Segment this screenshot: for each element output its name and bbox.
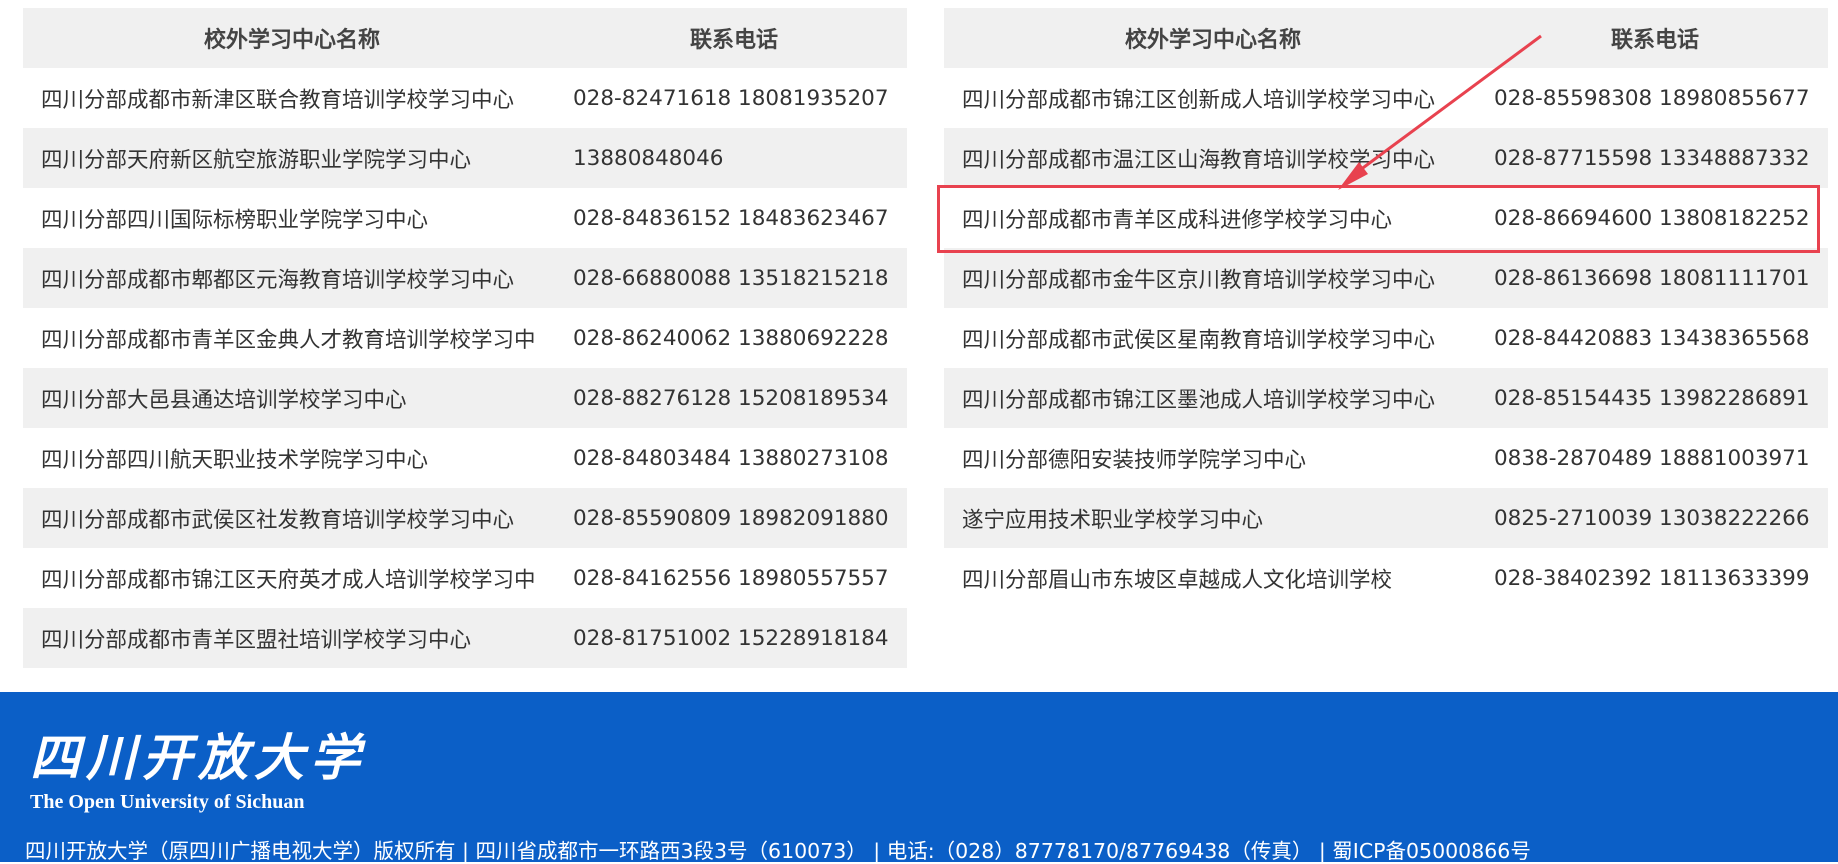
table-row: 四川分部大邑县通达培训学校学习中心 028-88276128 1520818953… <box>23 368 907 428</box>
table-row: 遂宁应用技术职业学校学习中心 0825-2710039 13038222266 <box>944 488 1828 548</box>
center-name-cell: 四川分部成都市青羊区金典人才教育培训学校学习中 <box>41 327 536 353</box>
table-row: 四川分部眉山市东坡区卓越成人文化培训学校 028-38402392 1811363… <box>944 548 1828 608</box>
center-name-cell: 四川分部成都市锦江区墨池成人培训学校学习中心 <box>944 368 1482 428</box>
center-name-cell: 四川分部四川航天职业技术学院学习中心 <box>41 447 429 473</box>
table-row: 四川分部成都市金牛区京川教育培训学校学习中心 028-86136698 18081… <box>944 248 1828 308</box>
center-phone-cell: 028-86694600 13808182252 <box>1494 205 1810 231</box>
center-name-cell: 四川分部成都市青羊区盟社培训学校学习中心 <box>23 608 561 668</box>
center-phone-cell: 028-84420883 13438365568 <box>1494 325 1810 351</box>
table-header-row: 校外学习中心名称 联系电话 <box>23 8 907 68</box>
logo-chinese-name: 四川开放大学 <box>30 728 366 787</box>
site-footer: 四川开放大学 The Open University of Sichuan 四川… <box>0 692 1838 863</box>
center-phone-cell: 028-87715598 13348887332 <box>1482 128 1828 188</box>
center-name-cell: 遂宁应用技术职业学校学习中心 <box>944 488 1482 548</box>
table-row: 四川分部四川航天职业技术学院学习中心 028-84803484 138802731… <box>23 428 907 488</box>
center-phone-cell: 028-84803484 13880273108 <box>573 445 889 471</box>
table-row: 四川分部德阳安装技师学院学习中心 0838-2870489 18881003971 <box>944 428 1828 488</box>
table-row: 四川分部成都市新津区联合教育培训学校学习中心 028-82471618 18081… <box>23 68 907 128</box>
center-phone-cell: 028-88276128 15208189534 <box>561 368 907 428</box>
center-phone-cell: 028-84162556 18980557557 <box>573 565 889 591</box>
center-name-cell: 四川分部天府新区航空旅游职业学院学习中心 <box>23 128 561 188</box>
table-row: 四川分部成都市锦江区天府英才成人培训学校学习中 028-84162556 1898… <box>23 548 907 608</box>
center-name-cell: 四川分部成都市青羊区成科进修学校学习中心 <box>962 207 1393 233</box>
center-phone-cell: 028-85590809 18982091880 <box>561 488 907 548</box>
center-name-cell: 四川分部眉山市东坡区卓越成人文化培训学校 <box>962 567 1393 593</box>
header-center-name: 校外学习中心名称 <box>23 8 561 68</box>
copyright-text: 四川开放大学（原四川广播电视大学）版权所有 | 四川省成都市一环路西3段3号（6… <box>25 839 1531 863</box>
table-row: 四川分部成都市锦江区创新成人培训学校学习中心 028-85598308 18980… <box>944 68 1828 128</box>
center-phone-cell: 028-86136698 18081111701 <box>1482 248 1828 308</box>
center-phone-cell: 028-86240062 13880692228 <box>573 325 889 351</box>
table-row: 四川分部成都市武侯区社发教育培训学校学习中心 028-85590809 18982… <box>23 488 907 548</box>
table-row: 四川分部天府新区航空旅游职业学院学习中心 13880848046 <box>23 128 907 188</box>
table-row: 四川分部成都市温江区山海教育培训学校学习中心 028-87715598 13348… <box>944 128 1828 188</box>
center-name-cell: 四川分部成都市武侯区社发教育培训学校学习中心 <box>23 488 561 548</box>
center-phone-cell: 0825-2710039 13038222266 <box>1482 488 1828 548</box>
table-row: 四川分部成都市青羊区成科进修学校学习中心 028-86694600 1380818… <box>944 188 1828 248</box>
center-phone-cell: 028-81751002 15228918184 <box>561 608 907 668</box>
center-name-cell: 四川分部成都市新津区联合教育培训学校学习中心 <box>41 87 515 113</box>
table-row: 四川分部成都市武侯区星南教育培训学校学习中心 028-84420883 13438… <box>944 308 1828 368</box>
center-phone-cell: 028-85154435 13982286891 <box>1482 368 1828 428</box>
center-name-cell: 四川分部大邑县通达培训学校学习中心 <box>23 368 561 428</box>
header-center-name: 校外学习中心名称 <box>944 8 1482 68</box>
center-name-cell: 四川分部成都市锦江区天府英才成人培训学校学习中 <box>41 567 536 593</box>
table-row: 四川分部四川国际标榜职业学院学习中心 028-84836152 184836234… <box>23 188 907 248</box>
center-name-cell: 四川分部四川国际标榜职业学院学习中心 <box>41 207 429 233</box>
center-phone-cell: 028-66880088 13518215218 <box>561 248 907 308</box>
center-phone-cell: 028-84836152 18483623467 <box>573 205 889 231</box>
center-name-cell: 四川分部成都市温江区山海教育培训学校学习中心 <box>944 128 1482 188</box>
university-logo[interactable]: 四川开放大学 The Open University of Sichuan <box>30 730 366 814</box>
table-row: 四川分部成都市郫都区元海教育培训学校学习中心 028-66880088 13518… <box>23 248 907 308</box>
center-phone-cell: 028-82471618 18081935207 <box>573 85 889 111</box>
learning-centers-table-right: 校外学习中心名称 联系电话 四川分部成都市锦江区创新成人培训学校学习中心 028-… <box>944 8 1828 608</box>
center-phone-cell: 13880848046 <box>561 128 907 188</box>
logo-english-name: The Open University of Sichuan <box>30 791 305 813</box>
center-name-cell: 四川分部成都市武侯区星南教育培训学校学习中心 <box>962 327 1436 353</box>
table-row: 四川分部成都市青羊区盟社培训学校学习中心 028-81751002 1522891… <box>23 608 907 668</box>
center-name-cell: 四川分部成都市郫都区元海教育培训学校学习中心 <box>23 248 561 308</box>
table-row: 四川分部成都市青羊区金典人才教育培训学校学习中 028-86240062 1388… <box>23 308 907 368</box>
center-name-cell: 四川分部成都市锦江区创新成人培训学校学习中心 <box>962 87 1436 113</box>
center-name-cell: 四川分部成都市金牛区京川教育培训学校学习中心 <box>944 248 1482 308</box>
learning-centers-table-left: 校外学习中心名称 联系电话 四川分部成都市新津区联合教育培训学校学习中心 028-… <box>23 8 907 668</box>
table-row: 四川分部成都市锦江区墨池成人培训学校学习中心 028-85154435 13982… <box>944 368 1828 428</box>
center-phone-cell: 028-38402392 18113633399 <box>1494 565 1810 591</box>
center-phone-cell: 0838-2870489 18881003971 <box>1494 445 1810 471</box>
center-name-cell: 四川分部德阳安装技师学院学习中心 <box>962 447 1307 473</box>
table-header-row: 校外学习中心名称 联系电话 <box>944 8 1828 68</box>
header-phone: 联系电话 <box>1482 8 1828 68</box>
center-phone-cell: 028-85598308 18980855677 <box>1494 85 1810 111</box>
learning-centers-section: 校外学习中心名称 联系电话 四川分部成都市新津区联合教育培训学校学习中心 028-… <box>0 0 1838 692</box>
header-phone: 联系电话 <box>561 8 907 68</box>
